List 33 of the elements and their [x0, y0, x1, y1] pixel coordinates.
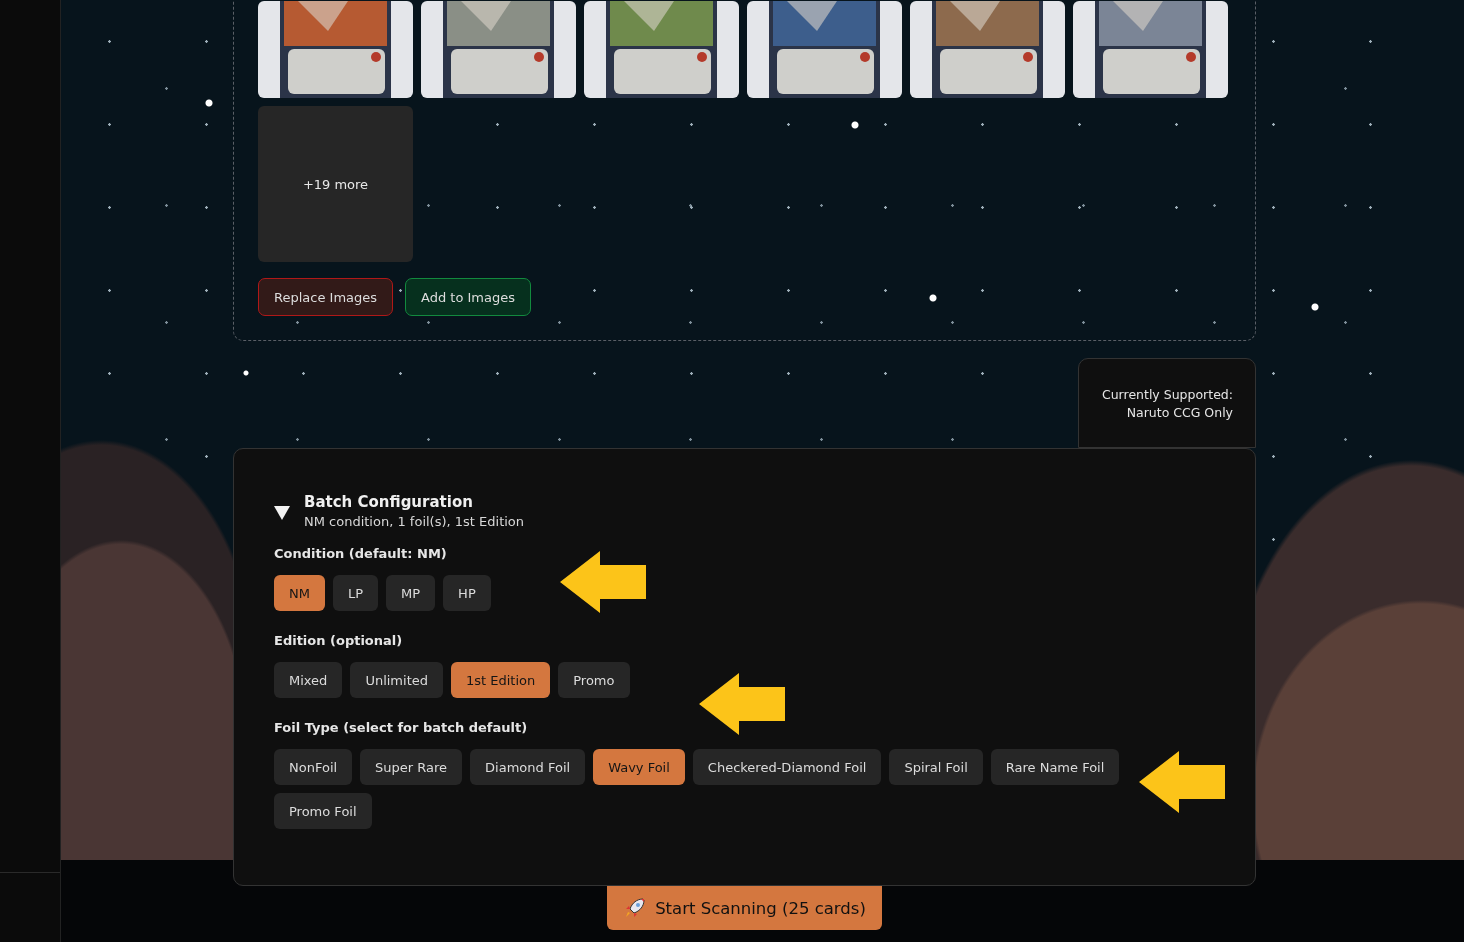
arrow-icon	[560, 551, 646, 613]
support-note-text: Naruto CCG Only	[1126, 404, 1233, 420]
option-button[interactable]: Promo Foil	[274, 793, 372, 829]
group-label: Foil Type (select for batch default)	[274, 720, 529, 735]
rocket-icon	[623, 896, 648, 920]
image-action-button[interactable]: Replace Images	[258, 278, 394, 316]
option-button[interactable]: LP	[332, 575, 379, 611]
group-label: Condition (default: NM)	[274, 546, 448, 561]
option-button[interactable]: Wavy Foil	[593, 749, 685, 785]
option-button[interactable]: MP	[386, 575, 436, 611]
config-summary: NM condition, 1 foil(s), 1st Edition	[304, 514, 525, 529]
image-action-button[interactable]: Add to Images	[405, 278, 532, 316]
option-button[interactable]: Mixed	[274, 662, 343, 698]
support-note-text: Currently Supported:	[1101, 386, 1233, 402]
option-button[interactable]: NM	[274, 575, 325, 611]
option-button[interactable]: NonFoil	[274, 749, 353, 785]
option-button[interactable]: 1st Edition	[451, 662, 551, 698]
option-button[interactable]: Unlimited	[350, 662, 443, 698]
collapse-triangle-icon[interactable]	[274, 506, 290, 520]
option-button[interactable]: Spiral Foil	[889, 749, 983, 785]
option-button[interactable]: Checkered-Diamond Foil	[692, 749, 882, 785]
option-button[interactable]: HP	[443, 575, 491, 611]
upload-dropzone[interactable]: +19 more Replace Images Add to Images	[233, 0, 1256, 341]
section-title: Batch Configuration	[304, 493, 474, 511]
arrow-icon	[1139, 751, 1225, 813]
option-button[interactable]: Super Rare	[360, 749, 463, 785]
option-button[interactable]: Promo	[558, 662, 630, 698]
option-button[interactable]: Rare Name Foil	[990, 749, 1120, 785]
start-scanning-button[interactable]: Start Scanning (25 cards)	[607, 886, 882, 930]
option-button[interactable]: Diamond Foil	[470, 749, 586, 785]
more-images-tile[interactable]: +19 more	[258, 106, 413, 262]
group-label: Edition (optional)	[274, 633, 404, 648]
arrow-icon	[699, 673, 785, 735]
